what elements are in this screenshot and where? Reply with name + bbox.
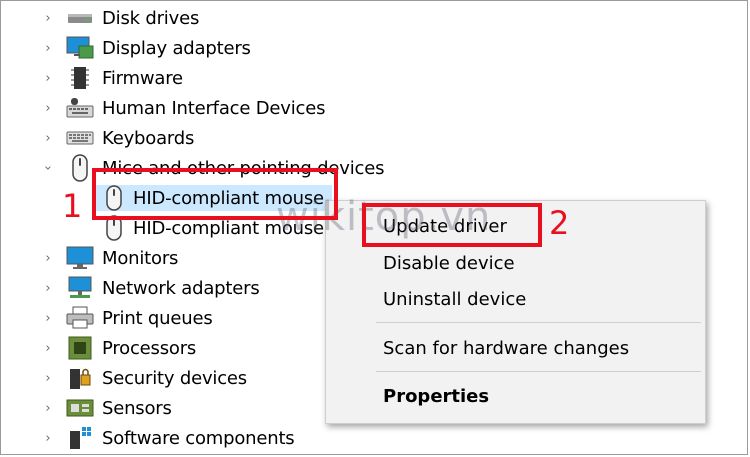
chevron-right-icon[interactable]: ›: [41, 281, 55, 296]
processor-icon: [66, 335, 94, 361]
tree-item-label: Processors: [102, 337, 197, 359]
chevron-right-icon[interactable]: ›: [41, 401, 55, 416]
chevron-right-icon[interactable]: ›: [41, 341, 55, 356]
menu-item-disable-device[interactable]: Disable device: [383, 253, 515, 274]
security-device-icon: [66, 365, 94, 391]
display-adapter-icon: [66, 35, 94, 61]
tree-item-label: Monitors: [102, 247, 179, 269]
menu-item-scan-hardware[interactable]: Scan for hardware changes: [383, 338, 629, 359]
tree-item-label: Disk drives: [102, 7, 200, 29]
tree-item-disk-drives[interactable]: › Disk drives: [0, 3, 750, 33]
keyboard-icon: [66, 125, 94, 151]
chevron-right-icon[interactable]: ›: [41, 11, 55, 26]
hid-icon: [66, 95, 94, 121]
firmware-icon: [66, 65, 94, 91]
tree-item-label: Display adapters: [102, 37, 251, 59]
menu-item-uninstall-device[interactable]: Uninstall device: [383, 289, 526, 310]
chevron-right-icon[interactable]: ›: [41, 311, 55, 326]
tree-item-label: Firmware: [102, 67, 183, 89]
menu-separator: [376, 371, 701, 372]
sensor-icon: [66, 395, 94, 421]
tree-item-label: Keyboards: [102, 127, 195, 149]
callout-box-step1: [92, 168, 338, 220]
tree-item-label: Security devices: [102, 367, 247, 389]
chevron-right-icon[interactable]: ›: [41, 101, 55, 116]
step-number-2: 2: [549, 204, 570, 242]
disk-drive-icon: [66, 5, 94, 31]
tree-item-software-components[interactable]: › Software components: [0, 423, 750, 453]
menu-item-properties[interactable]: Properties: [383, 386, 489, 407]
chevron-right-icon[interactable]: ›: [41, 251, 55, 266]
chevron-right-icon[interactable]: ›: [41, 71, 55, 86]
network-adapter-icon: [66, 275, 94, 301]
tree-item-label: Software components: [102, 427, 295, 449]
printer-icon: [66, 305, 94, 331]
tree-item-keyboards[interactable]: › Keyboards: [0, 123, 750, 153]
chevron-right-icon[interactable]: ›: [41, 371, 55, 386]
callout-box-step2: [362, 203, 542, 247]
tree-item-label: Human Interface Devices: [102, 97, 326, 119]
software-component-icon: [66, 425, 94, 451]
step-number-1: 1: [62, 187, 83, 225]
chevron-right-icon[interactable]: ›: [41, 431, 55, 446]
chevron-right-icon[interactable]: ›: [41, 41, 55, 56]
tree-item-human-interface-devices[interactable]: › Human Interface Devices: [0, 93, 750, 123]
chevron-right-icon[interactable]: ›: [41, 131, 55, 146]
tree-item-firmware[interactable]: › Firmware: [0, 63, 750, 93]
tree-item-label: Network adapters: [102, 277, 260, 299]
tree-item-display-adapters[interactable]: › Display adapters: [0, 33, 750, 63]
mouse-icon: [66, 154, 94, 182]
chevron-down-icon[interactable]: ›: [41, 161, 56, 175]
monitor-icon: [66, 245, 94, 271]
tree-item-label: Sensors: [102, 397, 172, 419]
menu-separator: [376, 322, 701, 323]
tree-item-label: Print queues: [102, 307, 213, 329]
